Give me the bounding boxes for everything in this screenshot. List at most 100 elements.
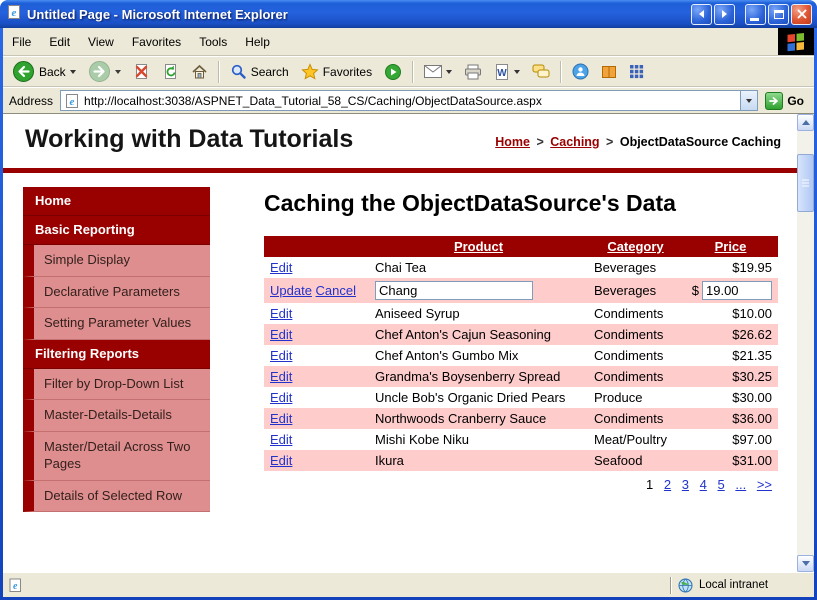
grid-header-product-sort-link[interactable]: Product bbox=[454, 239, 503, 254]
edit-link[interactable]: Edit bbox=[270, 327, 292, 342]
search-button[interactable]: Search bbox=[225, 61, 294, 82]
pager-page-4-link[interactable]: 4 bbox=[700, 477, 707, 492]
windows-brand-logo bbox=[778, 28, 814, 55]
cancel-link[interactable]: Cancel bbox=[316, 283, 356, 298]
grid-icon bbox=[629, 64, 644, 79]
menu-edit[interactable]: Edit bbox=[40, 30, 79, 54]
back-button[interactable]: Back bbox=[7, 58, 81, 85]
pager-ellipsis-link[interactable]: ... bbox=[735, 477, 746, 492]
sidebar-item-filter-by-dropdown-list[interactable]: Filter by Drop-Down List bbox=[23, 369, 210, 401]
edit-link[interactable]: Edit bbox=[270, 453, 292, 468]
currency-label: $ bbox=[692, 283, 699, 298]
scroll-up-button[interactable] bbox=[797, 114, 814, 131]
edit-with-word-button[interactable]: W bbox=[489, 62, 525, 82]
print-button[interactable] bbox=[459, 62, 487, 82]
update-link[interactable]: Update bbox=[270, 283, 312, 298]
category-cell: Condiments bbox=[588, 303, 683, 324]
home-button[interactable] bbox=[186, 61, 213, 82]
chevron-down-icon bbox=[746, 99, 752, 103]
pager-page-2-link[interactable]: 2 bbox=[664, 477, 671, 492]
pager-page-5-link[interactable]: 5 bbox=[717, 477, 724, 492]
menu-view[interactable]: View bbox=[79, 30, 123, 54]
research-button[interactable] bbox=[596, 62, 622, 82]
price-cell: $30.00 bbox=[683, 387, 778, 408]
sidebar-item-declarative-parameters[interactable]: Declarative Parameters bbox=[23, 277, 210, 309]
price-cell: $26.62 bbox=[683, 324, 778, 345]
scrollbar-thumb[interactable] bbox=[797, 154, 814, 212]
address-dropdown-button[interactable] bbox=[740, 91, 757, 110]
price-edit-input[interactable] bbox=[702, 281, 772, 300]
edit-link[interactable]: Edit bbox=[270, 306, 292, 321]
status-page-icon: e bbox=[3, 578, 27, 593]
breadcrumb-caching-link[interactable]: Caching bbox=[550, 135, 599, 149]
product-edit-input[interactable] bbox=[375, 281, 533, 300]
address-label: Address bbox=[7, 94, 55, 108]
minimize-button[interactable] bbox=[745, 4, 766, 25]
page-icon: e bbox=[64, 93, 80, 109]
main-content: Caching the ObjectDataSource's Data Prod… bbox=[264, 187, 780, 496]
titlebar-extra-button-back[interactable] bbox=[691, 4, 712, 25]
pager-page-3-link[interactable]: 3 bbox=[682, 477, 689, 492]
category-cell: Condiments bbox=[588, 366, 683, 387]
forward-button[interactable] bbox=[83, 58, 126, 85]
messenger-button[interactable] bbox=[567, 61, 594, 82]
address-input[interactable]: e http://localhost:3038/ASPNET_Data_Tuto… bbox=[60, 90, 758, 111]
sidebar-item-simple-display[interactable]: Simple Display bbox=[23, 245, 210, 277]
toolbar-separator bbox=[412, 61, 414, 83]
table-row: Edit Mishi Kobe Niku Meat/Poultry $97.00 bbox=[264, 429, 778, 450]
sidebar-item-setting-parameter-values[interactable]: Setting Parameter Values bbox=[23, 308, 210, 340]
print-icon bbox=[464, 64, 482, 80]
menu-help[interactable]: Help bbox=[236, 30, 279, 54]
statusbar: e Local intranet bbox=[3, 572, 814, 597]
sidebar-item-basic-reporting[interactable]: Basic Reporting bbox=[23, 216, 210, 245]
go-label: Go bbox=[787, 94, 804, 108]
toolbar-separator bbox=[560, 61, 562, 83]
pager-last-link[interactable]: >> bbox=[757, 477, 772, 492]
discuss-button[interactable] bbox=[527, 62, 555, 81]
sidebar-item-master-details-details[interactable]: Master-Details-Details bbox=[23, 400, 210, 432]
down-arrow-icon bbox=[802, 561, 810, 566]
search-label: Search bbox=[251, 65, 289, 79]
search-icon bbox=[230, 63, 247, 80]
edit-link[interactable]: Edit bbox=[270, 260, 292, 275]
browser-window: e Untitled Page - Microsoft Internet Exp… bbox=[0, 0, 817, 600]
product-cell: Aniseed Syrup bbox=[369, 303, 588, 324]
edit-link[interactable]: Edit bbox=[270, 369, 292, 384]
media-button[interactable] bbox=[379, 61, 407, 83]
products-grid: Product Category Price Edit Chai Tea Bev… bbox=[264, 236, 778, 496]
close-button[interactable] bbox=[791, 4, 812, 25]
stop-button[interactable] bbox=[128, 61, 155, 82]
refresh-button[interactable] bbox=[157, 61, 184, 82]
go-button[interactable]: Go bbox=[763, 92, 810, 110]
product-cell: Mishi Kobe Niku bbox=[369, 429, 588, 450]
sidebar-item-home[interactable]: Home bbox=[23, 187, 210, 216]
grid-header-category-sort-link[interactable]: Category bbox=[607, 239, 663, 254]
category-cell: Meat/Poultry bbox=[588, 429, 683, 450]
price-cell: $30.25 bbox=[683, 366, 778, 387]
edit-link[interactable]: Edit bbox=[270, 348, 292, 363]
vertical-scrollbar[interactable] bbox=[797, 114, 814, 572]
price-cell: $36.00 bbox=[683, 408, 778, 429]
edit-link[interactable]: Edit bbox=[270, 432, 292, 447]
quick-launch-button[interactable] bbox=[624, 62, 649, 81]
sidebar-item-filtering-reports[interactable]: Filtering Reports bbox=[23, 340, 210, 369]
breadcrumb-home-link[interactable]: Home bbox=[495, 135, 530, 149]
sidebar-item-master-detail-across-two-pages[interactable]: Master/Detail Across Two Pages bbox=[23, 432, 210, 481]
edit-link[interactable]: Edit bbox=[270, 390, 292, 405]
category-cell: Beverages bbox=[588, 257, 683, 278]
mail-button[interactable] bbox=[419, 63, 457, 80]
security-zone-label: Local intranet bbox=[699, 579, 768, 591]
category-cell: Condiments bbox=[588, 345, 683, 366]
grid-header-price-sort-link[interactable]: Price bbox=[715, 239, 747, 254]
sidebar-item-details-of-selected-row[interactable]: Details of Selected Row bbox=[23, 481, 210, 513]
scroll-down-button[interactable] bbox=[797, 555, 814, 572]
edit-link[interactable]: Edit bbox=[270, 411, 292, 426]
maximize-button[interactable] bbox=[768, 4, 789, 25]
menu-tools[interactable]: Tools bbox=[190, 30, 236, 54]
menu-favorites[interactable]: Favorites bbox=[123, 30, 190, 54]
messenger-icon bbox=[572, 63, 589, 80]
breadcrumb-separator: > bbox=[606, 135, 613, 149]
favorites-button[interactable]: Favorites bbox=[296, 61, 377, 82]
titlebar-extra-button-forward[interactable] bbox=[714, 4, 735, 25]
menu-file[interactable]: File bbox=[3, 30, 40, 54]
